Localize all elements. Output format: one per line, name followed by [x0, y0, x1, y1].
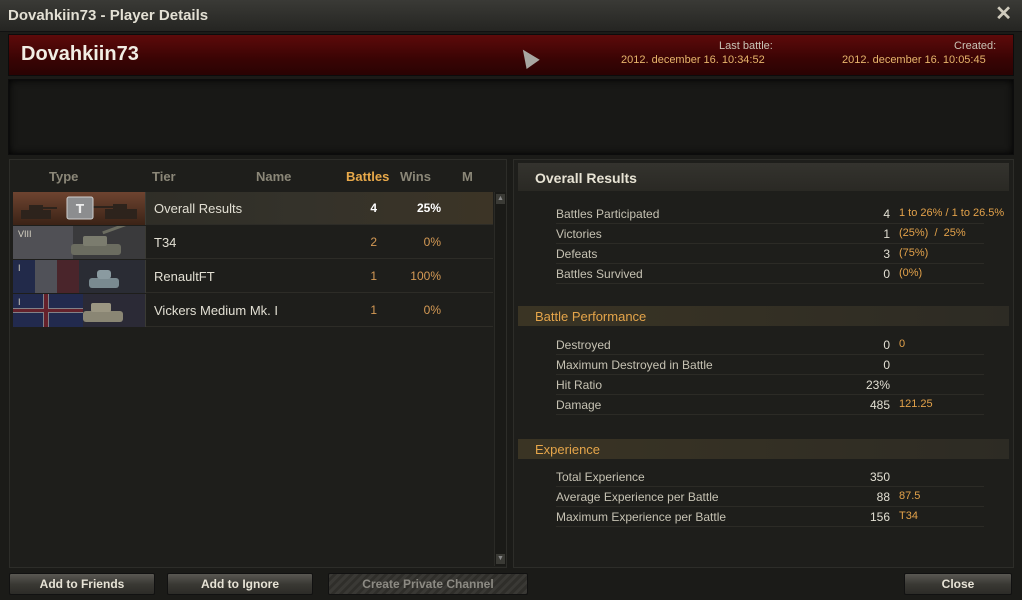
create-private-channel-button[interactable]: Create Private Channel: [328, 573, 528, 595]
stat-value: 350: [869, 470, 890, 484]
section-header-performance: Battle Performance: [518, 306, 1009, 326]
table-row[interactable]: T Overall Results 4 25%: [13, 192, 493, 225]
stat-value: 3: [883, 247, 890, 261]
stat-extra: (25%) / 25%: [899, 227, 966, 239]
column-header-battles[interactable]: Battles: [346, 169, 389, 184]
scroll-up-icon[interactable]: ▲: [496, 194, 505, 204]
medium-tank-icon: [13, 294, 146, 327]
vehicle-table: Type Tier Name Battles Wins M T Overall …: [9, 159, 507, 568]
scroll-down-icon[interactable]: ▼: [496, 554, 505, 564]
stat-value: 23%: [865, 378, 890, 392]
section-header-experience: Experience: [518, 439, 1009, 459]
column-header-type[interactable]: Type: [49, 169, 78, 184]
stat-row: Total Experience 350: [556, 467, 984, 487]
stat-label: Maximum Experience per Battle: [556, 510, 727, 524]
table-row[interactable]: I Vickers Medium Mk. I 1 0%: [13, 294, 493, 327]
svg-text:T: T: [76, 202, 85, 216]
stat-row: Defeats 3 (75%): [556, 244, 984, 264]
vehicle-name: Overall Results: [154, 201, 243, 216]
vehicle-wins: 0%: [423, 235, 441, 249]
vehicle-tier: VIII: [18, 229, 32, 239]
vehicle-battles: 2: [370, 235, 377, 249]
created-label: Created:: [954, 40, 997, 52]
stat-label: Victories: [556, 227, 602, 241]
stat-label: Damage: [556, 398, 602, 412]
vehicle-tier: I: [18, 263, 21, 273]
player-name: Dovahkiin73: [21, 43, 139, 65]
table-row[interactable]: I RenaultFT 1 100%: [13, 260, 493, 293]
player-header: Dovahkiin73 Last battle: 2012. december …: [8, 34, 1014, 76]
close-button[interactable]: Close: [904, 573, 1012, 595]
stat-label: Maximum Destroyed in Battle: [556, 358, 713, 372]
section-title: Overall Results: [535, 170, 637, 186]
column-header-tier[interactable]: Tier: [152, 169, 176, 184]
stat-row: Average Experience per Battle 88 87.5: [556, 487, 984, 507]
stat-extra: 0: [899, 338, 906, 350]
stat-label: Destroyed: [556, 338, 611, 352]
stat-row: Victories 1 (25%) / 25%: [556, 224, 984, 244]
stat-label: Average Experience per Battle: [556, 490, 719, 504]
stat-extra: 121.25: [899, 398, 933, 410]
add-to-friends-button[interactable]: Add to Friends: [9, 573, 155, 595]
vehicle-battles: 1: [370, 303, 377, 317]
statistics-panel: Overall Results Battles Participated 4 1…: [513, 159, 1014, 568]
vehicle-tier: I: [18, 297, 21, 307]
column-header-wins[interactable]: Wins: [400, 169, 431, 184]
table-row[interactable]: VIII T34 2 0%: [13, 226, 493, 259]
stat-extra: (75%): [899, 247, 929, 259]
vehicle-name: T34: [154, 235, 177, 250]
stat-label: Total Experience: [556, 470, 645, 484]
section-title: Experience: [535, 442, 601, 457]
stat-label: Defeats: [556, 247, 598, 261]
vehicle-wins: 0%: [423, 303, 441, 317]
vehicle-battles: 1: [370, 269, 377, 283]
stat-extra: (0%): [899, 267, 923, 279]
stat-extra: 87.5: [899, 490, 921, 502]
column-header-name[interactable]: Name: [256, 169, 291, 184]
stat-row: Battles Survived 0 (0%): [556, 264, 984, 284]
stat-row: Maximum Destroyed in Battle 0: [556, 355, 984, 375]
stat-value: 485: [869, 398, 890, 412]
vehicle-wins: 25%: [416, 201, 441, 215]
stat-label: Battles Participated: [556, 207, 660, 221]
close-icon[interactable]: ✕: [995, 4, 1012, 24]
column-header-mastery[interactable]: M: [462, 169, 473, 184]
stat-value: 1: [883, 227, 890, 241]
stat-value: 4: [883, 207, 890, 221]
created-value: 2012. december 16. 10:05:45: [842, 54, 986, 66]
stat-label: Battles Survived: [556, 267, 643, 281]
stat-label: Hit Ratio: [556, 378, 603, 392]
light-tank-icon: [13, 260, 146, 293]
stat-row: Maximum Experience per Battle 156 T34: [556, 507, 984, 527]
stat-row: Battles Participated 4 1 to 26% / 1 to 2…: [556, 204, 1004, 224]
tank-group-icon: T: [13, 192, 146, 225]
info-banner: [8, 79, 1014, 155]
stat-extra: 1 to 26% / 1 to 26.5%: [899, 207, 1005, 219]
stat-value: 156: [869, 510, 890, 524]
last-battle-label: Last battle:: [719, 40, 773, 52]
window-title: Dovahkiin73 - Player Details: [8, 7, 209, 24]
table-scrollbar[interactable]: ▲ ▼: [494, 192, 506, 566]
title-bar: Dovahkiin73 - Player Details ✕: [0, 0, 1022, 32]
stat-row: Hit Ratio 23%: [556, 375, 984, 395]
stat-row: Destroyed 0 0: [556, 335, 984, 355]
vehicle-battles: 4: [370, 201, 377, 215]
heavy-tank-icon: [13, 226, 146, 259]
section-title: Battle Performance: [535, 309, 647, 324]
vehicle-name: RenaultFT: [154, 269, 215, 284]
add-to-ignore-button[interactable]: Add to Ignore: [167, 573, 313, 595]
stat-row: Damage 485 121.25: [556, 395, 984, 415]
section-header-overall: Overall Results: [518, 163, 1009, 191]
stat-extra: T34: [899, 510, 918, 522]
stat-value: 0: [883, 267, 890, 281]
stat-value: 0: [883, 358, 890, 372]
vehicle-name: Vickers Medium Mk. I: [154, 303, 279, 318]
vehicle-wins: 100%: [410, 269, 441, 283]
stat-value: 88: [876, 490, 890, 504]
last-battle-value: 2012. december 16. 10:34:52: [621, 54, 765, 66]
stat-value: 0: [883, 338, 890, 352]
